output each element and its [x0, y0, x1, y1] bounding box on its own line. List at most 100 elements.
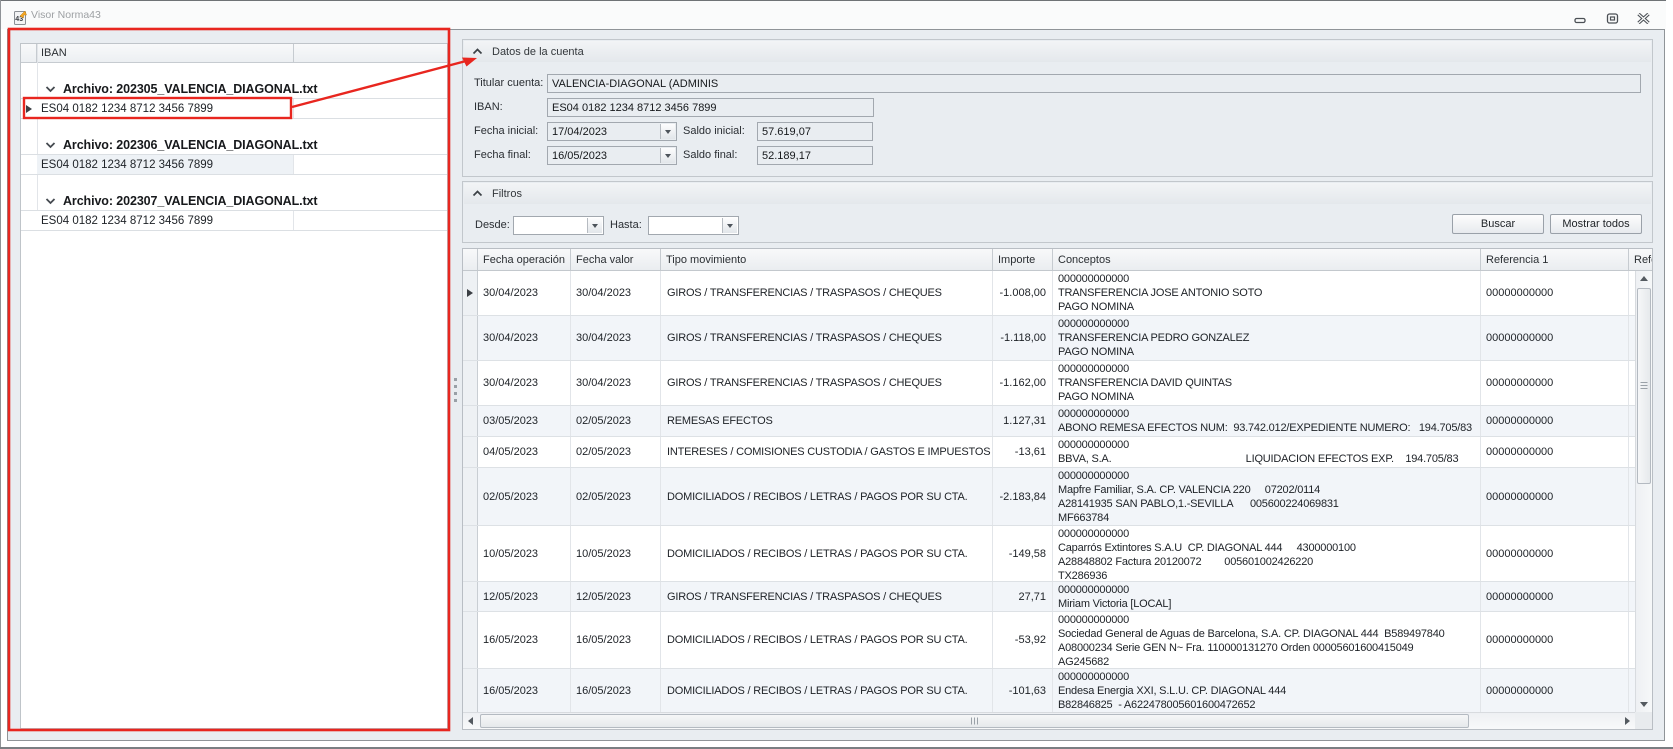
grid-column-fecha-operacion[interactable]: Fecha operación: [478, 249, 571, 270]
grid-row[interactable]: 04/05/202302/05/2023INTERESES / COMISION…: [463, 437, 1636, 468]
tree-cell-iban[interactable]: ES04 0182 1234 8712 3456 7899: [37, 99, 294, 118]
cell-conceptos[interactable]: 000000000000 TRANSFERENCIA DAVID QUINTAS…: [1053, 361, 1481, 405]
cell-importe[interactable]: -53,92: [993, 612, 1053, 668]
cell-fecha-operacion[interactable]: 16/05/2023: [478, 612, 571, 668]
cell-fecha-operacion[interactable]: 16/05/2023: [478, 669, 571, 712]
cell-fecha-valor[interactable]: 30/04/2023: [571, 361, 661, 405]
fecha-inicial-dropdown-button[interactable]: [660, 124, 675, 139]
grid-row[interactable]: 03/05/202302/05/2023REMESAS EFECTOS1.127…: [463, 406, 1636, 437]
fecha-final-dropdown-button[interactable]: [660, 148, 675, 163]
cell-referencia-1[interactable]: 00000000000: [1481, 406, 1629, 436]
cell-tipo-movimiento[interactable]: REMESAS EFECTOS: [661, 406, 993, 436]
cell-conceptos[interactable]: 000000000000 Endesa Energia XXI, S.L.U. …: [1053, 669, 1481, 712]
buscar-button[interactable]: Buscar: [1452, 214, 1544, 234]
grid-row[interactable]: 30/04/202330/04/2023GIROS / TRANSFERENCI…: [463, 361, 1636, 406]
cell-referencia-1[interactable]: 00000000000: [1481, 612, 1629, 668]
tree-column-iban[interactable]: IBAN: [37, 44, 294, 62]
cell-conceptos[interactable]: 000000000000 TRANSFERENCIA PEDRO GONZALE…: [1053, 316, 1481, 360]
tree-column-empty[interactable]: [294, 44, 447, 62]
hasta-field[interactable]: [648, 216, 739, 235]
cell-importe[interactable]: 27,71: [993, 582, 1053, 611]
cell-importe[interactable]: 1.127,31: [993, 406, 1053, 436]
tree-group-202307[interactable]: Archivo: 202307_VALENCIA_DIAGONAL.txt: [21, 192, 447, 210]
cell-importe[interactable]: -101,63: [993, 669, 1053, 712]
chevron-down-icon[interactable]: [45, 197, 56, 205]
cell-referencia-1[interactable]: 00000000000: [1481, 468, 1629, 525]
grid-column-referencia-2[interactable]: Refe: [1629, 249, 1652, 270]
horizontal-scrollbar[interactable]: [463, 712, 1635, 729]
tree-row-iban-202306[interactable]: ES04 0182 1234 8712 3456 7899: [21, 154, 447, 175]
grid-column-conceptos[interactable]: Conceptos: [1053, 249, 1481, 270]
cell-tipo-movimiento[interactable]: DOMICILIADOS / RECIBOS / LETRAS / PAGOS …: [661, 468, 993, 525]
restore-button[interactable]: [1606, 13, 1619, 24]
cell-importe[interactable]: -149,58: [993, 526, 1053, 581]
cell-fecha-valor[interactable]: 02/05/2023: [571, 437, 661, 467]
cell-fecha-valor[interactable]: 30/04/2023: [571, 271, 661, 315]
cell-fecha-valor[interactable]: 16/05/2023: [571, 669, 661, 712]
desde-dropdown-button[interactable]: [587, 218, 602, 233]
cell-fecha-operacion[interactable]: 04/05/2023: [478, 437, 571, 467]
tree-group-202306[interactable]: Archivo: 202306_VALENCIA_DIAGONAL.txt: [21, 136, 447, 154]
cell-referencia-1[interactable]: 00000000000: [1481, 361, 1629, 405]
cell-importe[interactable]: -2.183,84: [993, 468, 1053, 525]
cell-tipo-movimiento[interactable]: INTERESES / COMISIONES CUSTODIA / GASTOS…: [661, 437, 993, 467]
cell-fecha-operacion[interactable]: 12/05/2023: [478, 582, 571, 611]
cell-fecha-valor[interactable]: 16/05/2023: [571, 612, 661, 668]
minimize-button[interactable]: [1574, 14, 1587, 25]
grid-row[interactable]: 30/04/202330/04/2023GIROS / TRANSFERENCI…: [463, 316, 1636, 361]
cell-fecha-valor[interactable]: 10/05/2023: [571, 526, 661, 581]
cell-fecha-valor[interactable]: 02/05/2023: [571, 468, 661, 525]
cell-importe[interactable]: -1.118,00: [993, 316, 1053, 360]
desde-field[interactable]: [513, 216, 604, 235]
cell-tipo-movimiento[interactable]: DOMICILIADOS / RECIBOS / LETRAS / PAGOS …: [661, 612, 993, 668]
scroll-down-button[interactable]: [1637, 697, 1651, 712]
vertical-scroll-thumb[interactable]: [1637, 288, 1651, 484]
cell-conceptos[interactable]: 000000000000 Sociedad General de Aguas d…: [1053, 612, 1481, 668]
cell-referencia-1[interactable]: 00000000000: [1481, 526, 1629, 581]
collapse-up-icon[interactable]: [472, 48, 483, 55]
cell-tipo-movimiento[interactable]: GIROS / TRANSFERENCIAS / TRASPASOS / CHE…: [661, 316, 993, 360]
cell-fecha-operacion[interactable]: 30/04/2023: [478, 316, 571, 360]
horizontal-scroll-thumb[interactable]: [480, 714, 1469, 728]
filters-panel-caption[interactable]: Filtros: [464, 183, 1651, 204]
saldo-inicial-field[interactable]: 57.619,07: [757, 122, 873, 141]
cell-conceptos[interactable]: 000000000000 TRANSFERENCIA JOSE ANTONIO …: [1053, 271, 1481, 315]
cell-tipo-movimiento[interactable]: GIROS / TRANSFERENCIAS / TRASPASOS / CHE…: [661, 271, 993, 315]
cell-conceptos[interactable]: 000000000000 ABONO REMESA EFECTOS NUM: 9…: [1053, 406, 1481, 436]
cell-importe[interactable]: -1.008,00: [993, 271, 1053, 315]
splitter-handle[interactable]: [454, 378, 458, 424]
tree-cell-iban[interactable]: ES04 0182 1234 8712 3456 7899: [37, 155, 294, 174]
grid-column-importe[interactable]: Importe: [993, 249, 1053, 270]
close-button[interactable]: [1637, 13, 1650, 24]
iban-field[interactable]: ES04 0182 1234 8712 3456 7899: [547, 98, 874, 117]
cell-referencia-1[interactable]: 00000000000: [1481, 316, 1629, 360]
cell-referencia-1[interactable]: 00000000000: [1481, 582, 1629, 611]
cell-conceptos[interactable]: 000000000000 Miriam Victoria [LOCAL]: [1053, 582, 1481, 611]
cell-fecha-valor[interactable]: 12/05/2023: [571, 582, 661, 611]
cell-fecha-operacion[interactable]: 30/04/2023: [478, 361, 571, 405]
saldo-final-field[interactable]: 52.189,17: [757, 146, 873, 165]
hasta-dropdown-button[interactable]: [722, 218, 737, 233]
cell-importe[interactable]: -13,61: [993, 437, 1053, 467]
cell-fecha-valor[interactable]: 02/05/2023: [571, 406, 661, 436]
chevron-down-icon[interactable]: [45, 85, 56, 93]
cell-referencia-1[interactable]: 00000000000: [1481, 669, 1629, 712]
grid-column-fecha-valor[interactable]: Fecha valor: [571, 249, 661, 270]
cell-referencia-1[interactable]: 00000000000: [1481, 437, 1629, 467]
fecha-inicial-field[interactable]: 17/04/2023: [547, 122, 677, 141]
grid-column-tipo-movimiento[interactable]: Tipo movimiento: [661, 249, 993, 270]
chevron-down-icon[interactable]: [45, 141, 56, 149]
grid-row[interactable]: 30/04/202330/04/2023GIROS / TRANSFERENCI…: [463, 271, 1636, 316]
tree-row-iban-202307[interactable]: ES04 0182 1234 8712 3456 7899: [21, 210, 447, 231]
account-panel-caption[interactable]: Datos de la cuenta: [464, 41, 1651, 62]
cell-tipo-movimiento[interactable]: GIROS / TRANSFERENCIAS / TRASPASOS / CHE…: [661, 582, 993, 611]
titular-field[interactable]: VALENCIA-DIAGONAL (ADMINIS: [547, 74, 1641, 93]
cell-fecha-operacion[interactable]: 03/05/2023: [478, 406, 571, 436]
tree-group-202305[interactable]: Archivo: 202305_VALENCIA_DIAGONAL.txt: [21, 80, 447, 98]
grid-column-referencia-1[interactable]: Referencia 1: [1481, 249, 1629, 270]
cell-conceptos[interactable]: 000000000000 Caparrós Extintores S.A.U C…: [1053, 526, 1481, 581]
collapse-up-icon[interactable]: [472, 190, 483, 197]
cell-fecha-valor[interactable]: 30/04/2023: [571, 316, 661, 360]
tree-cell-iban[interactable]: ES04 0182 1234 8712 3456 7899: [37, 211, 294, 230]
cell-tipo-movimiento[interactable]: DOMICILIADOS / RECIBOS / LETRAS / PAGOS …: [661, 526, 993, 581]
